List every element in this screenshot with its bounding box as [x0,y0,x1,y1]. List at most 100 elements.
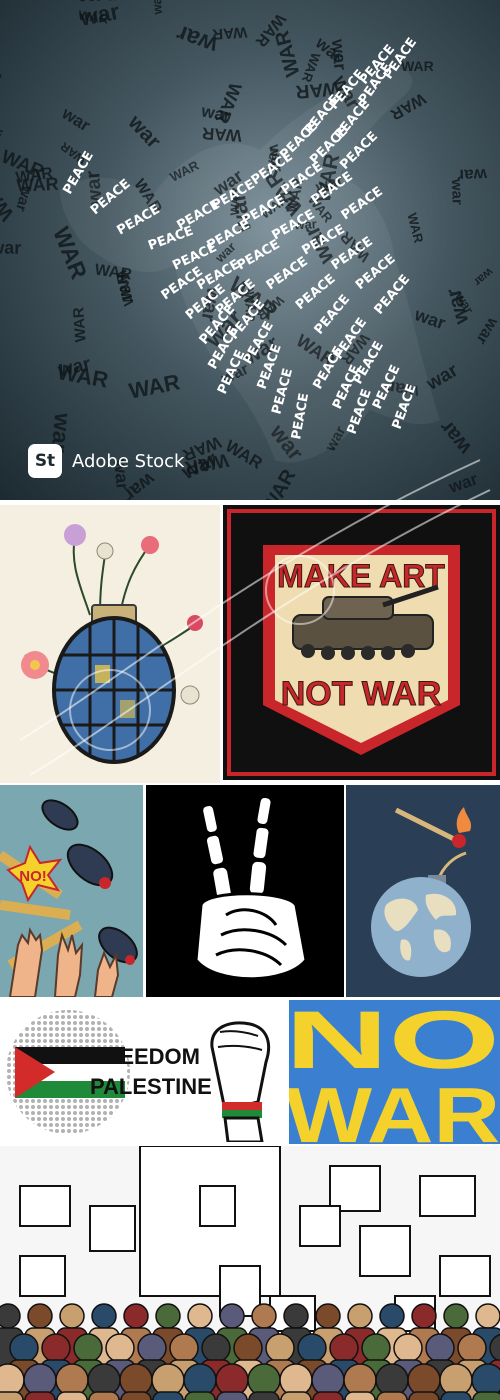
protester-head [187,1303,213,1329]
protester-head [0,1363,25,1397]
grenade-highlight [120,700,135,718]
war-word: WAR [76,0,128,6]
war-word: WAR [201,124,242,146]
war-word: WAR [259,465,301,500]
war-word: WAR [404,211,426,245]
protester-head [265,1333,295,1363]
protest-crowd-artwork [0,1146,500,1400]
protester-body [216,1391,248,1400]
war-word: war [411,304,448,333]
war-word: WAR [0,34,7,86]
globe-bomb-artwork [371,807,472,977]
protester-head [411,1303,437,1329]
protester-body [312,1391,344,1400]
protester-body [440,1391,472,1400]
crowd-of-protesters [0,1303,500,1400]
protester-body [280,1391,312,1400]
make-art-not-war-poster: MAKE ART NOT WAR [223,505,500,780]
freedom-palestine-graphic: FREEDOM PALESTINE [0,1002,287,1142]
war-word: war [149,0,165,16]
protester-body [152,1391,184,1400]
protester-head [73,1333,103,1363]
protester-head [311,1363,345,1397]
protester-body [88,1391,120,1400]
war-word: war [472,314,500,347]
raised-fist [210,1021,271,1142]
no-war-artwork: NO WAR [289,1000,500,1144]
protester-body [0,1391,24,1400]
protester-body [344,1391,376,1400]
protester-body [184,1391,216,1400]
adobe-stock-icon: St [28,444,62,478]
matchstick [394,807,458,843]
protester-head [169,1333,199,1363]
peace-dove-artwork: WAR war WAR war WAR war WAR war WAR war WAR war WAR w… [0,0,500,500]
protester-head [201,1333,231,1363]
protester-body [120,1391,152,1400]
protester-head [283,1303,309,1329]
war-word: war [435,416,476,459]
protester-head [343,1363,377,1397]
protester-head [407,1363,441,1397]
protester-head [375,1363,409,1397]
protester-head [471,1363,500,1397]
adobe-stock-badge: St Adobe Stock [28,444,184,478]
blank-sign [359,1225,411,1277]
freedom-text: FREEDOM [90,1044,200,1069]
protester-head [247,1363,281,1397]
protester-head [215,1363,249,1397]
war-word: war [0,237,21,258]
blank-sign [89,1205,136,1252]
protester-head [457,1333,487,1363]
protester-head [137,1333,167,1363]
protester-head [439,1363,473,1397]
protester-head [361,1333,391,1363]
flower [187,615,203,631]
skeleton-palm [194,892,308,981]
grenade-flowers-illustration [0,505,220,783]
palestine-text: PALESTINE [90,1074,212,1099]
protester-head [155,1303,181,1329]
protester-head [279,1363,313,1397]
protester-head [27,1303,53,1329]
make-art-not-war-artwork: MAKE ART NOT WAR [227,509,496,776]
blank-protest-signs [19,1146,491,1332]
war-word: war [58,103,94,135]
protester-body [408,1391,440,1400]
war-word: war [448,178,466,206]
war-word: war [471,265,497,290]
protester-head [329,1333,359,1363]
blank-sign [419,1175,476,1217]
protester-head [87,1363,121,1397]
protester-head [41,1333,71,1363]
war-word: WAR [70,307,89,343]
protester-head [219,1303,245,1329]
war-word: WAR [271,28,304,79]
protester-head [379,1303,405,1329]
globe-bomb-illustration [346,785,500,997]
flower [96,542,114,560]
grenade-flowers-artwork [21,524,203,764]
globe-body [371,877,471,977]
protester-head [425,1333,455,1363]
grenade-highlight [95,665,110,683]
skeleton-fingers [201,795,273,901]
peace-dove-poster: WAR war WAR war WAR war WAR war WAR war WAR war WAR w… [0,0,500,500]
flower [64,524,86,546]
protester-head [55,1363,89,1397]
protester-head [297,1333,327,1363]
no-bombs-artwork: NO! [0,799,138,997]
protester-head [315,1303,341,1329]
protest-crowd-illustration [0,1146,500,1400]
blank-sign [19,1255,66,1297]
protester-head [0,1303,21,1329]
protester-head [9,1333,39,1363]
make-art-title: MAKE ART [277,558,445,594]
flower-center [30,660,40,670]
war-word: war [445,469,480,497]
blank-sign [329,1165,381,1212]
no-bombs-pop-art: NO! [0,785,143,997]
protester-body [376,1391,408,1400]
protester-head [251,1303,277,1329]
war-text: WAR [289,1071,500,1144]
